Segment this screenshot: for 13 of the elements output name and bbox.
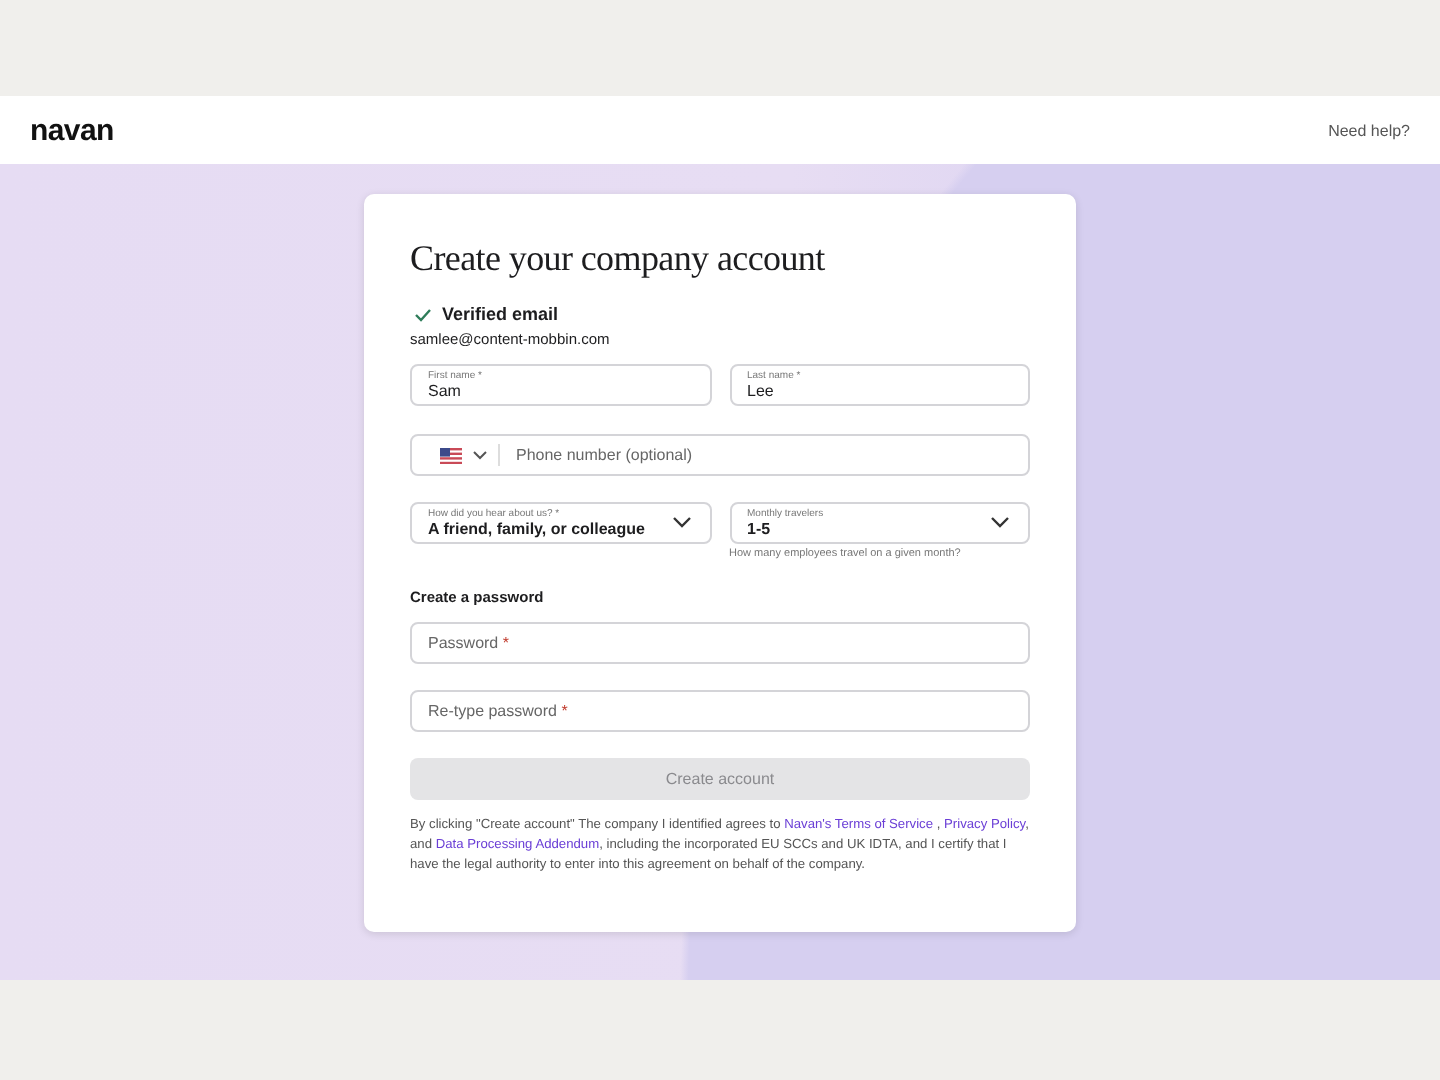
logo[interactable]: navan xyxy=(30,113,114,147)
verified-label: Verified email xyxy=(442,304,559,324)
retype-password-field[interactable]: Re-type password * xyxy=(410,690,1030,732)
flag-icon xyxy=(440,447,462,463)
chevron-down-icon xyxy=(990,516,1010,530)
help-link[interactable]: Need help? xyxy=(1328,121,1410,139)
chevron-down-icon xyxy=(671,516,691,530)
chevron-down-icon[interactable] xyxy=(472,450,488,460)
phone-number-input[interactable]: Phone number (optional) xyxy=(510,446,1028,464)
password-field[interactable]: Password * xyxy=(410,622,1030,664)
phone-field[interactable]: Phone number (optional) xyxy=(410,434,1030,476)
check-icon xyxy=(414,307,432,321)
form-title: Create your company account xyxy=(410,238,827,280)
